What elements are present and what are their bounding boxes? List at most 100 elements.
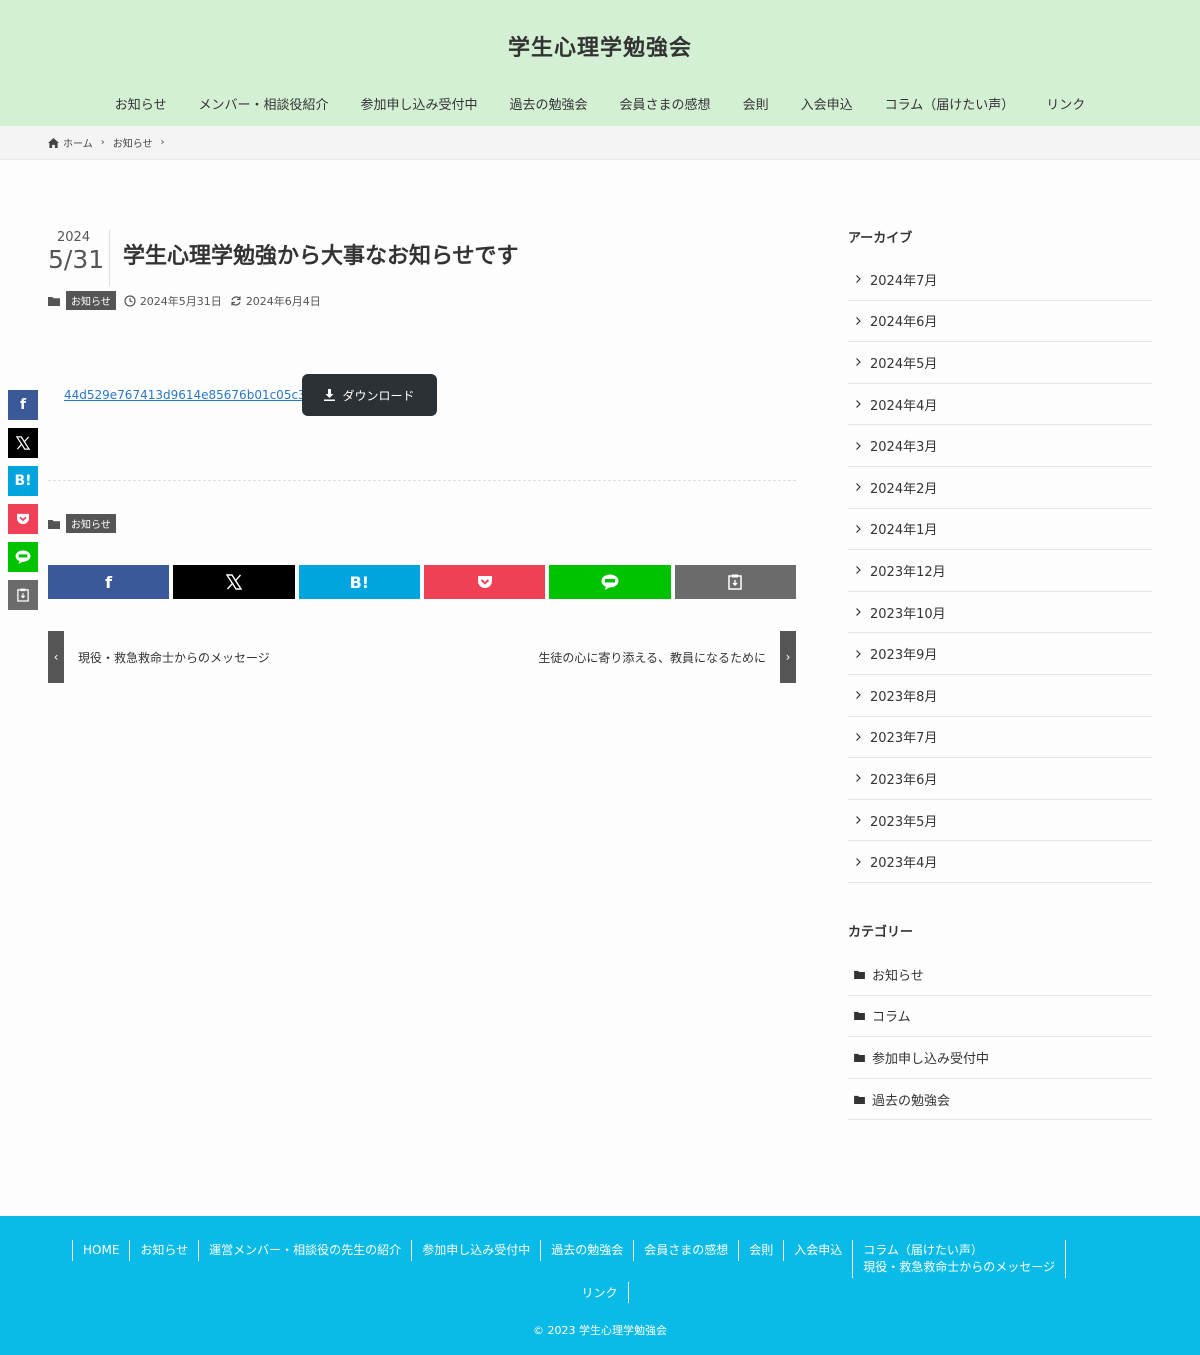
nav-item-reviews[interactable]: 会員さまの感想	[604, 94, 727, 113]
nav-item-apply[interactable]: 参加申し込み受付中	[345, 94, 494, 113]
chevron-right-icon	[856, 732, 861, 741]
updated-date: 2024年6月4日	[245, 294, 321, 308]
archive-item[interactable]: 2023年6月	[848, 758, 1152, 800]
footer-nav-past-sessions[interactable]: 過去の勉強会	[540, 1240, 633, 1261]
footer-nav-row2: リンク	[0, 1282, 1200, 1303]
footer-nav-members[interactable]: 運営メンバー・相談役の先生の紹介	[198, 1240, 411, 1261]
category-badge[interactable]: お知らせ	[66, 291, 116, 310]
archive-item[interactable]: 2023年9月	[848, 633, 1152, 675]
breadcrumb: ホーム › お知らせ ›	[0, 126, 1200, 160]
archive-item[interactable]: 2024年7月	[848, 259, 1152, 301]
line-icon	[601, 574, 619, 590]
footer-nav-rules[interactable]: 会則	[738, 1240, 783, 1261]
share-bar: f B!	[48, 565, 796, 599]
facebook-icon: f	[105, 572, 113, 592]
footer-nav-apply[interactable]: 参加申し込み受付中	[411, 1240, 540, 1261]
post-footer-category: お知らせ	[48, 514, 116, 533]
post-date: 2024 5/31	[48, 230, 110, 286]
nav-item-past-sessions[interactable]: 過去の勉強会	[494, 94, 604, 113]
post-year: 2024	[57, 230, 91, 245]
category-item-label: 過去の勉強会	[872, 1093, 951, 1109]
category-item[interactable]: 参加申し込み受付中	[848, 1037, 1152, 1079]
refresh-icon	[231, 295, 241, 306]
archive-item-label: 2023年7月	[870, 731, 938, 747]
category-widget-title: カテゴリー	[848, 925, 914, 940]
nav-item-news[interactable]: お知らせ	[99, 94, 183, 113]
download-button[interactable]: ダウンロード	[302, 374, 437, 416]
archive-item[interactable]: 2023年10月	[848, 592, 1152, 634]
category-badge[interactable]: お知らせ	[66, 514, 116, 533]
archive-item[interactable]: 2024年2月	[848, 467, 1152, 509]
archive-item[interactable]: 2023年12月	[848, 550, 1152, 592]
archive-item[interactable]: 2024年6月	[848, 301, 1152, 343]
share-line-button[interactable]	[549, 565, 671, 599]
side-share-hatena[interactable]: B!	[8, 466, 38, 496]
archive-item-label: 2024年6月	[870, 315, 938, 331]
chevron-right-icon	[856, 608, 861, 616]
archive-item[interactable]: 2024年4月	[848, 384, 1152, 426]
chevron-right-icon	[856, 857, 861, 866]
next-post-link[interactable]: 生徒の心に寄り添える、教員になるために ›	[538, 631, 796, 683]
footer-nav-news[interactable]: お知らせ	[129, 1240, 198, 1261]
archive-item[interactable]: 2023年4月	[848, 841, 1152, 883]
hatena-icon: B!	[349, 572, 370, 592]
nav-item-rules[interactable]: 会則	[727, 94, 785, 113]
archive-item-label: 2023年8月	[870, 689, 938, 705]
chevron-right-icon	[856, 275, 861, 284]
archive-item[interactable]: 2024年5月	[848, 342, 1152, 384]
share-copy-button[interactable]	[674, 565, 796, 599]
nav-item-members[interactable]: メンバー・相談役紹介	[183, 94, 345, 113]
archive-item-label: 2024年1月	[870, 523, 938, 539]
side-share-line[interactable]	[8, 542, 38, 572]
archive-item-label: 2024年2月	[870, 481, 938, 497]
folder-icon	[48, 519, 60, 529]
breadcrumb-home-label: ホーム	[63, 139, 93, 150]
chevron-right-icon: ›	[780, 631, 796, 683]
archive-item[interactable]: 2023年5月	[848, 800, 1152, 842]
chevron-right-icon	[856, 441, 861, 450]
archive-item[interactable]: 2023年7月	[848, 717, 1152, 759]
side-share-facebook[interactable]: f	[8, 390, 38, 420]
category-item[interactable]: コラム	[848, 996, 1152, 1038]
side-share-pocket[interactable]	[8, 504, 38, 534]
chevron-right-icon: ›	[100, 137, 105, 148]
footer-nav: HOME お知らせ 運営メンバー・相談役の先生の紹介 参加申し込み受付中 過去の…	[72, 1240, 1128, 1278]
archive-item[interactable]: 2024年1月	[848, 509, 1152, 551]
archive-item[interactable]: 2024年3月	[848, 425, 1152, 467]
prev-post-link[interactable]: ‹ 現役・救急救命士からのメッセージ	[48, 631, 270, 683]
breadcrumb-home[interactable]: ホーム	[48, 135, 93, 150]
line-icon	[15, 550, 31, 564]
file-link[interactable]: 44d529e767413d9614e85676b01c05c3	[64, 388, 306, 402]
copy-icon	[728, 574, 743, 590]
nav-item-column[interactable]: コラム（届けたい声）	[869, 94, 1031, 113]
site-header: 学生心理学勉強会 お知らせ メンバー・相談役紹介 参加申し込み受付中 過去の勉強…	[0, 0, 1200, 126]
category-item[interactable]: 過去の勉強会	[848, 1079, 1152, 1121]
footer-nav-column-sub[interactable]: 現役・救急救命士からのメッセージ	[863, 1259, 1055, 1276]
side-share-copy[interactable]	[8, 580, 38, 610]
chevron-right-icon	[856, 774, 861, 783]
footer-nav-links[interactable]: リンク	[571, 1282, 629, 1303]
archive-item-label: 2023年5月	[870, 814, 938, 830]
share-hatena-button[interactable]: B!	[298, 565, 420, 599]
post-title: 学生心理学勉強から大事なお知らせです	[123, 244, 519, 269]
archive-item[interactable]: 2023年8月	[848, 675, 1152, 717]
folder-icon	[854, 1012, 865, 1021]
footer-nav-home[interactable]: HOME	[72, 1240, 129, 1261]
copy-icon	[17, 588, 29, 602]
share-facebook-button[interactable]: f	[48, 565, 170, 599]
side-share-x[interactable]	[8, 428, 38, 458]
share-pocket-button[interactable]	[423, 565, 546, 599]
nav-item-join[interactable]: 入会申込	[785, 94, 869, 113]
footer-nav-column[interactable]: コラム（届けたい声）	[863, 1242, 1055, 1259]
chevron-right-icon	[856, 358, 861, 367]
footer-nav-reviews[interactable]: 会員さまの感想	[633, 1240, 738, 1261]
share-x-button[interactable]	[173, 565, 295, 599]
footer-nav-join[interactable]: 入会申込	[783, 1240, 852, 1261]
category-item[interactable]: お知らせ	[848, 954, 1152, 996]
breadcrumb-category[interactable]: お知らせ	[113, 135, 153, 150]
nav-item-links[interactable]: リンク	[1030, 94, 1101, 113]
pocket-icon	[17, 513, 29, 525]
archive-item-label: 2023年9月	[870, 648, 938, 664]
site-title[interactable]: 学生心理学勉強会	[0, 30, 1200, 62]
chevron-right-icon	[856, 566, 861, 575]
